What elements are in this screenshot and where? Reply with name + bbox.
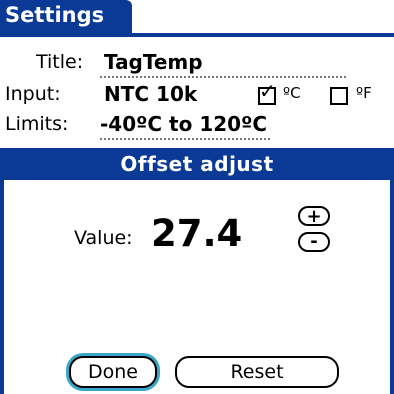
input-selector[interactable]: NTC 10k [104,80,197,108]
form-title-tab[interactable]: Settings [0,0,132,33]
limits-row: Limits: -40ºC to 120ºC [0,110,394,140]
title-label: Title: [36,51,84,73]
celsius-checkbox[interactable]: ✓ [258,81,276,105]
fahrenheit-label: ºF [356,84,372,102]
limits-label: Limits: [5,113,69,135]
check-icon: ✓ [259,79,276,103]
title-row: Title: TagTemp [0,48,394,78]
input-row: Input: NTC 10k ✓ ºC ºF [0,80,394,110]
value-label: Value: [74,227,133,249]
input-label: Input: [5,83,61,105]
done-button[interactable]: Done [69,356,157,388]
title-field[interactable]: TagTemp [104,48,203,76]
form-title: Settings [5,3,105,27]
offset-adjust-dialog: Offset adjust Value: 27.4 + - Done Reset [0,148,394,394]
reset-button[interactable]: Reset [175,356,339,388]
form-title-rule [0,33,394,37]
fahrenheit-checkbox[interactable] [330,87,348,105]
limits-field-underline [100,138,270,140]
limits-selector[interactable]: -40ºC to 120ºC [100,110,267,138]
increment-button[interactable]: + [298,206,330,226]
celsius-label: ºC [283,84,301,102]
title-field-underline [100,76,346,78]
dialog-title: Offset adjust [120,152,274,176]
offset-value: 27.4 [151,212,243,255]
decrement-button[interactable]: - [298,232,330,252]
